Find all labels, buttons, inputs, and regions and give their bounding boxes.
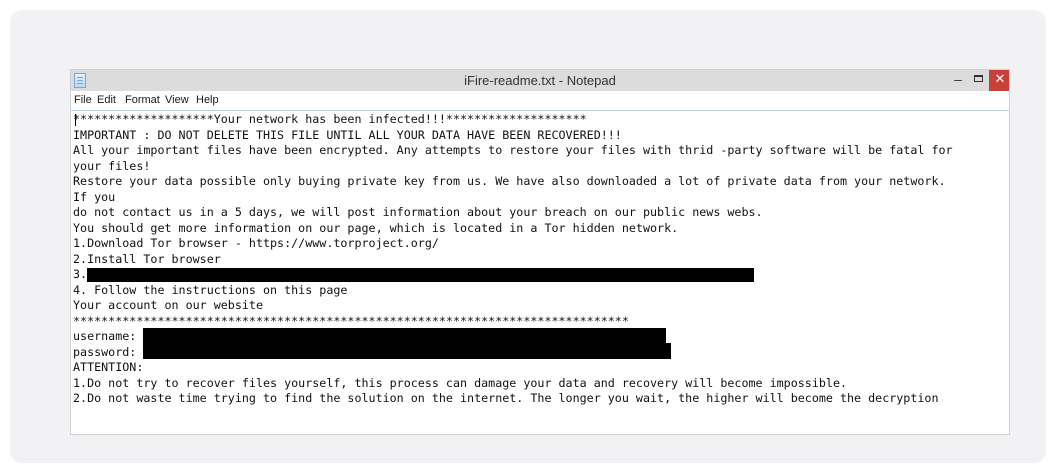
menu-format[interactable]: Format	[125, 94, 160, 106]
text-line: 1.Download Tor browser - https://www.tor…	[73, 236, 439, 250]
text-line: Your account on our website	[73, 298, 263, 312]
text-line: If you	[73, 189, 116, 204]
text-line: ATTENTION:	[73, 360, 144, 374]
screenshot-card: iFire-readme.txt - Notepad – ✕ File Edit…	[10, 10, 1046, 463]
close-button[interactable]: ✕	[989, 70, 1009, 91]
redaction-bar	[87, 268, 754, 282]
menu-help[interactable]: Help	[196, 94, 219, 106]
window-title: iFire-readme.txt - Notepad	[464, 73, 616, 88]
text-line: All your important files have been encry…	[73, 143, 953, 157]
menu-view[interactable]: View	[165, 94, 189, 106]
text-line: 4. Follow the instructions on this page	[73, 282, 348, 297]
text-line: 3.	[73, 267, 88, 281]
maximize-icon	[974, 75, 983, 82]
text-line: do not contact us in a 5 days, we will p…	[73, 205, 763, 219]
text-line: Restore your data possible only buying p…	[73, 174, 946, 188]
text-editor[interactable]: ********************Your network has bee…	[73, 112, 1007, 434]
text-line: 1.Do not try to recover files yourself, …	[73, 375, 848, 390]
minimize-button[interactable]: –	[947, 70, 969, 91]
text-line: your files!	[73, 158, 151, 173]
text-line: You should get more information on our p…	[73, 220, 679, 235]
redaction-bar	[143, 343, 671, 359]
text-line: password:	[73, 344, 137, 359]
title-bar[interactable]: iFire-readme.txt - Notepad – ✕	[71, 70, 1009, 91]
menu-bar: File Edit Format View Help	[71, 91, 1009, 111]
notepad-window: iFire-readme.txt - Notepad – ✕ File Edit…	[71, 70, 1009, 434]
text-line: username:	[73, 329, 137, 343]
redaction-bar	[143, 328, 666, 343]
menu-edit[interactable]: Edit	[97, 94, 116, 106]
text-line: 2.Install Tor browser	[73, 251, 221, 266]
text-line: 2.Do not waste time trying to find the s…	[73, 391, 939, 405]
text-line: ****************************************…	[73, 313, 629, 328]
text-line: ********************Your network has bee…	[73, 112, 587, 126]
menu-file[interactable]: File	[74, 94, 92, 106]
text-line: IMPORTANT : DO NOT DELETE THIS FILE UNTI…	[73, 127, 622, 142]
maximize-button[interactable]	[969, 70, 989, 91]
